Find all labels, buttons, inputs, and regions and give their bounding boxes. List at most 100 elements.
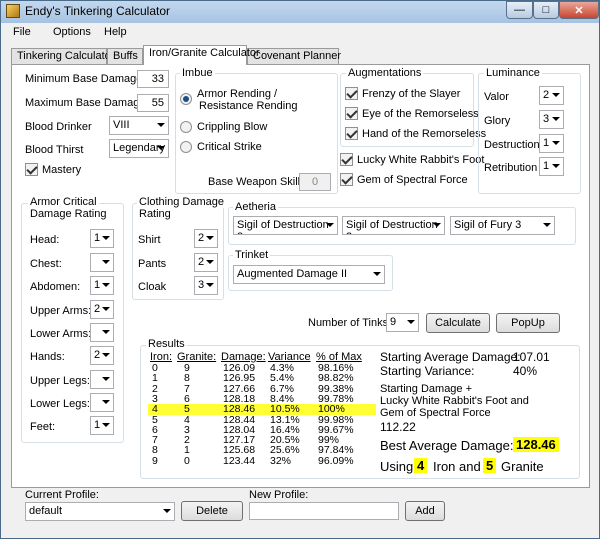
imbue-armor-rending-radio[interactable] (180, 93, 192, 105)
trinket-value: Augmented Damage II (237, 268, 348, 280)
armor-slot-select[interactable]: 2 (90, 346, 114, 365)
add-profile-button[interactable]: Add (405, 501, 445, 521)
armor-crit-title-2: Damage Rating (30, 208, 107, 220)
chevron-down-icon (407, 320, 415, 324)
armor-slot-label: Hands: (30, 351, 65, 363)
armor-slot-select[interactable]: 1 (90, 276, 114, 295)
pants-select[interactable]: 2 (194, 253, 218, 272)
minimize-button[interactable]: — (506, 1, 533, 19)
aetheria-slot-3[interactable]: Sigil of Fury 3 (450, 216, 555, 235)
menu-bar: File Options Help (1, 23, 599, 43)
maximize-button[interactable]: □ (533, 1, 559, 19)
blood-drinker-select[interactable]: VIII (109, 116, 169, 135)
menu-options[interactable]: Options (53, 26, 91, 38)
cloak-select[interactable]: 3 (194, 276, 218, 295)
armor-slot-select[interactable] (90, 323, 114, 342)
mastery-checkbox[interactable] (25, 163, 38, 176)
base-weapon-skill-input[interactable]: 0 (299, 173, 331, 191)
hand-remorseless-checkbox[interactable] (345, 127, 358, 140)
gem-spectral-checkbox[interactable] (340, 173, 353, 186)
imbue-crippling-blow-radio[interactable] (180, 121, 192, 133)
armor-slot-label: Upper Arms: (30, 305, 92, 317)
armor-slot-select[interactable]: 2 (90, 300, 114, 319)
trinket-select[interactable]: Augmented Damage II (233, 265, 385, 284)
calculate-button[interactable]: Calculate (426, 313, 490, 333)
starting-plus-line-3: Gem of Spectral Force (380, 407, 491, 419)
tab-buffs[interactable]: Buffs (107, 48, 143, 65)
results-cell-pct-max: 97.84% (318, 444, 354, 457)
chevron-down-icon (102, 283, 110, 287)
results-cell-granite: 4 (184, 413, 190, 426)
shirt-label: Shirt (138, 234, 161, 246)
armor-slot-label: Chest: (30, 258, 62, 270)
retribution-select[interactable]: 1 (539, 157, 564, 176)
popup-button[interactable]: PopUp (496, 313, 560, 333)
chevron-down-icon (157, 123, 165, 127)
results-cell-variance: 32% (270, 454, 292, 467)
chevron-down-icon (373, 272, 381, 276)
eye-remorseless-checkbox[interactable] (345, 107, 358, 120)
chevron-down-icon (433, 223, 441, 227)
valor-select[interactable]: 2 (539, 86, 564, 105)
menu-file[interactable]: File (13, 26, 31, 38)
profile-bar: Current Profile: default Delete New Prof… (1, 488, 599, 538)
frenzy-checkbox[interactable] (345, 87, 358, 100)
tinks-select[interactable]: 9 (386, 313, 419, 332)
armor-slot-select[interactable]: 1 (90, 416, 114, 435)
results-cell-iron: 9 (152, 454, 158, 467)
results-cell-granite: 5 (184, 403, 190, 416)
results-cell-iron: 8 (152, 444, 158, 457)
starting-var-label: Starting Variance: (380, 364, 475, 378)
armor-slot-select[interactable] (90, 253, 114, 272)
retribution-label: Retribution (484, 162, 538, 174)
tab-tinkering-calculator[interactable]: Tinkering Calculator (11, 48, 114, 65)
chevron-down-icon (552, 164, 560, 168)
chevron-down-icon (326, 223, 334, 227)
destruction-select[interactable]: 1 (539, 134, 564, 153)
armor-slot-select[interactable]: 1 (90, 229, 114, 248)
menu-help[interactable]: Help (104, 26, 127, 38)
best-avg-value: 128.46 (513, 437, 559, 452)
shirt-select[interactable]: 2 (194, 229, 218, 248)
lucky-rabbit-checkbox[interactable] (340, 153, 353, 166)
max-damage-input[interactable]: 55 (137, 94, 169, 112)
close-button[interactable]: ✕ (559, 1, 599, 19)
aetheria-slot-1[interactable]: Sigil of Destruction 3 (233, 216, 338, 235)
armor-slot-select[interactable] (90, 393, 114, 412)
imbue-critical-strike-radio[interactable] (180, 141, 192, 153)
tinks-value: 9 (390, 316, 397, 328)
tab-covenant-planner[interactable]: Covenant Planner (247, 48, 341, 65)
delete-profile-button[interactable]: Delete (181, 501, 243, 521)
armor-slot-value: 1 (94, 279, 101, 291)
retribution-value: 1 (543, 160, 550, 172)
armor-slot-label: Feet: (30, 421, 56, 433)
chevron-down-icon (102, 307, 110, 311)
aetheria-slot-2[interactable]: Sigil of Destruction 2 (342, 216, 445, 235)
armor-slot-value: 1 (94, 419, 101, 431)
results-cell-granite: 0 (184, 454, 190, 467)
mastery-label: Mastery (42, 164, 82, 176)
chevron-down-icon (543, 223, 551, 227)
results-cell-variance: 13.1% (270, 413, 300, 426)
chevron-down-icon (102, 353, 110, 357)
armor-crit-title-1: Armor Critical (28, 196, 99, 208)
results-cell-iron: 5 (152, 413, 158, 426)
using-suffix: Granite (501, 459, 544, 474)
blood-thirst-select[interactable]: Legendary (109, 139, 169, 158)
pants-value: 2 (198, 256, 205, 268)
armor-slot-select[interactable] (90, 370, 114, 389)
starting-avg-value: 107.01 (513, 350, 550, 364)
chevron-down-icon (552, 117, 560, 121)
min-damage-input[interactable]: 33 (137, 70, 169, 88)
current-profile-select[interactable]: default (25, 502, 175, 521)
tab-iron-granite-calculator[interactable]: Iron/Granite Calculator (143, 45, 260, 65)
armor-slot-label: Upper Legs: (30, 375, 90, 387)
cloak-value: 3 (198, 279, 205, 291)
armor-slot-label: Lower Arms: (30, 328, 92, 340)
chevron-down-icon (102, 377, 110, 381)
new-profile-input[interactable] (249, 502, 399, 520)
glory-select[interactable]: 3 (539, 110, 564, 129)
armor-slot-label: Abdomen: (30, 281, 81, 293)
clothing-title-1: Clothing Damage (137, 196, 226, 208)
starting-plus-value: 112.22 (380, 420, 416, 434)
